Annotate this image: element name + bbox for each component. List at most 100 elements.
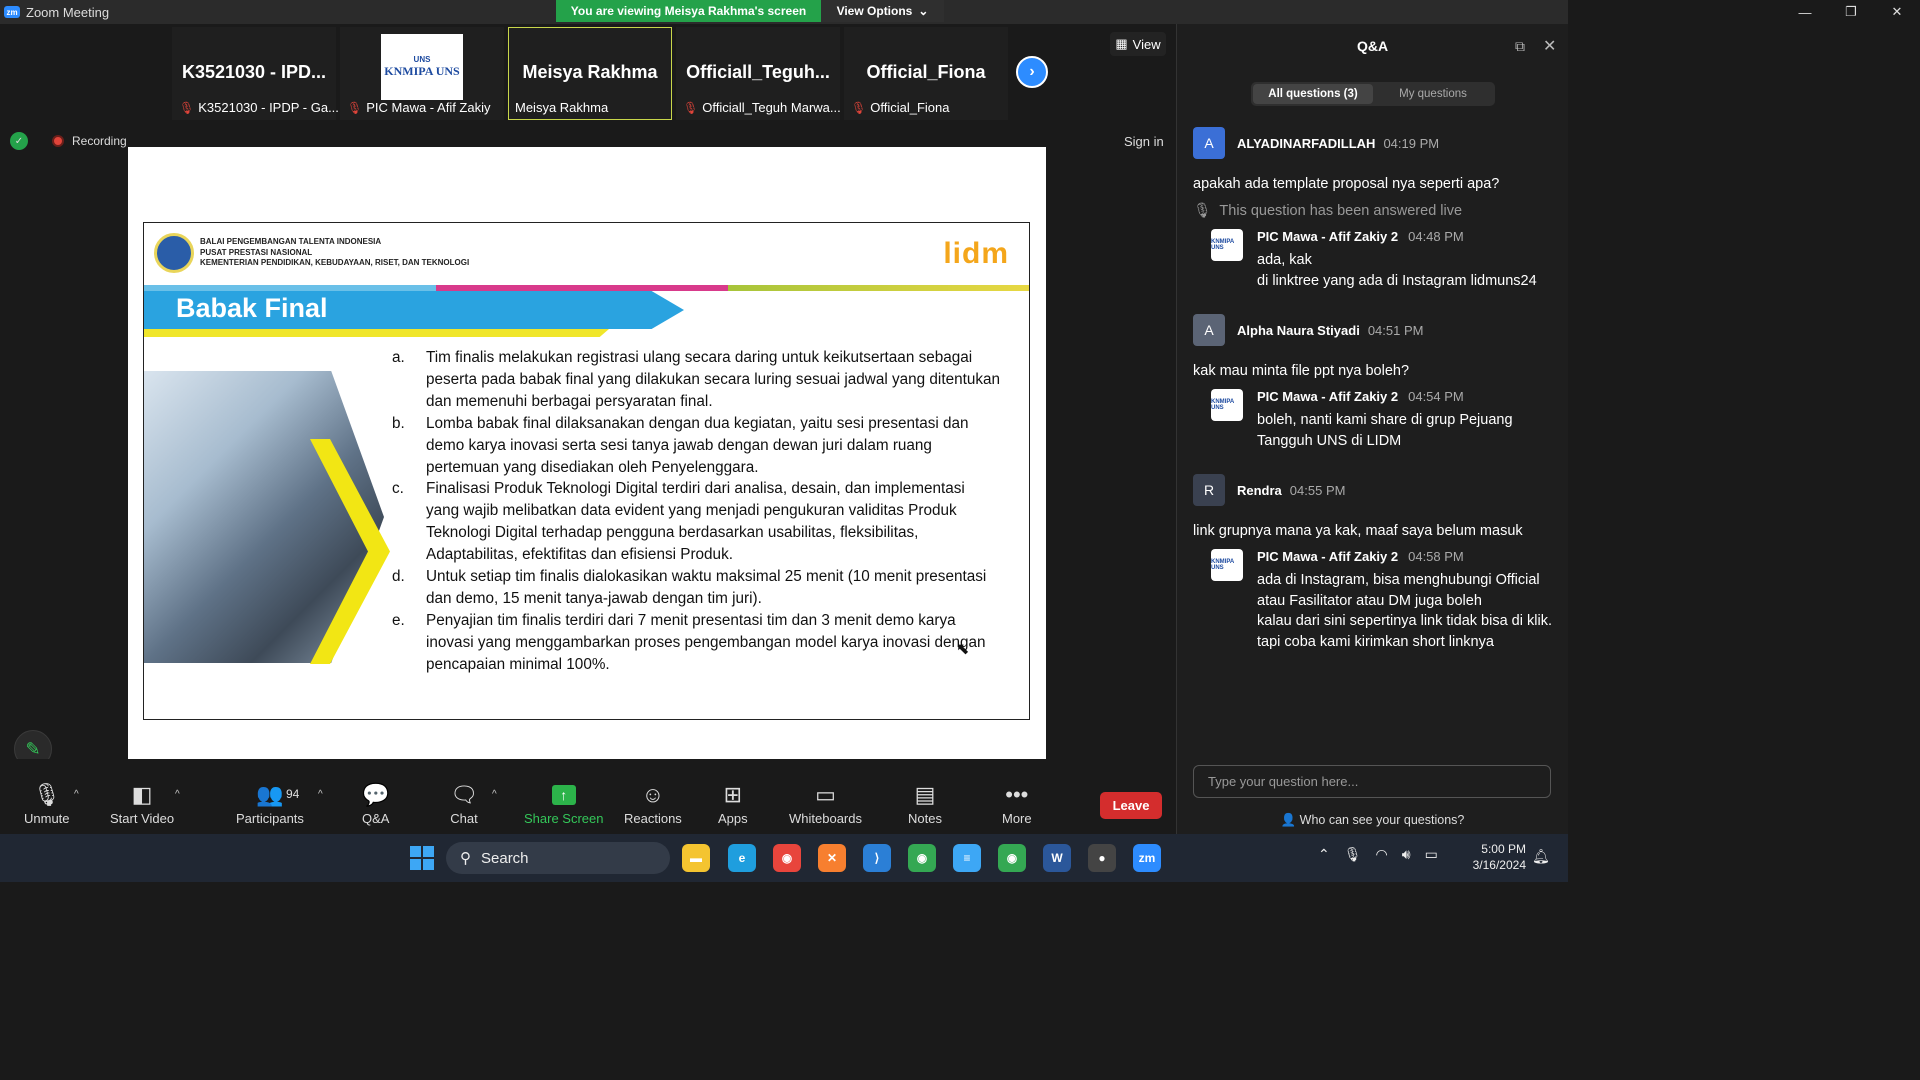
answerer-name: PIC Mawa - Afif Zakiy 2 (1257, 229, 1399, 244)
view-options-button[interactable]: View Options ⌄ (821, 0, 944, 22)
windows-start-icon[interactable] (410, 846, 434, 870)
participant-tile[interactable]: K3521030 - IPD... 🎙︎ K3521030 - IPDP - Ga.… (172, 27, 339, 120)
tab-my-questions[interactable]: My questions (1373, 84, 1493, 104)
uns-logo: UNS KNMIPA UNS (381, 34, 463, 100)
item-text: Untuk setiap tim finalis dialokasikan wa… (426, 568, 987, 607)
vscode-icon[interactable]: ⟩ (863, 844, 891, 872)
whiteboards-label: Whiteboards (789, 811, 862, 826)
video-options-caret-icon[interactable]: ^ (175, 789, 180, 800)
item-key: d. (392, 568, 405, 586)
answer-item: KNMIPA UNS PIC Mawa - Afif Zakiy 2 04:54 … (1211, 389, 1563, 451)
question-time: 04:19 PM (1383, 135, 1440, 151)
next-page-arrow-icon[interactable]: › (1016, 56, 1048, 88)
obs-icon[interactable]: ● (1088, 844, 1116, 872)
reply-line: tapi coba kami kirimkan short linknya (1257, 633, 1494, 650)
share-screen-button[interactable]: ↑ Share Screen (524, 781, 604, 826)
participants-caret-icon[interactable]: ^ (318, 789, 323, 800)
reactions-button[interactable]: ☺ Reactions (624, 781, 682, 826)
close-icon[interactable]: ✕ (1874, 0, 1920, 24)
participant-tile[interactable]: Meisya Rakhma Meisya Rakhma (508, 27, 672, 120)
wifi-icon[interactable]: ◠ (1376, 846, 1388, 863)
leave-button[interactable]: Leave (1100, 792, 1162, 819)
item-text: Finalisasi Produk Teknologi Digital terd… (426, 480, 965, 564)
answer-item: KNMIPA UNS PIC Mawa - Afif Zakiy 2 04:58 … (1211, 549, 1563, 652)
whiteboard-icon: ▭ (815, 782, 836, 807)
qa-panel: Q&A ⧉ ✕ All questions (3) My questions A… (1176, 24, 1568, 834)
chevron-up-icon[interactable]: ⌃ (1318, 846, 1330, 863)
reply-line: boleh, nanti kami share di grup Pejuang … (1257, 412, 1513, 449)
participant-name: PIC Mawa - Afif Zakiy (366, 100, 491, 115)
slide-list-item: d. Untuk setiap tim finalis dialokasikan … (392, 566, 1002, 610)
reply-line: ada, kak (1257, 252, 1312, 268)
answer-meta: PIC Mawa - Afif Zakiy 2 04:54 PM (1257, 389, 1563, 404)
qa-icon: 💬 (362, 782, 390, 807)
notes-icon: ▤ (914, 782, 936, 807)
qa-button[interactable]: 💬 Q&A (362, 781, 389, 826)
system-tray: ⌃ 🎙︎ ◠ 🔊︎ ▭ (1318, 846, 1438, 863)
recording-indicator: ✓ Recording (10, 132, 127, 150)
battery-icon[interactable]: ▭ (1425, 846, 1438, 863)
question-input[interactable]: Type your question here... (1193, 765, 1551, 798)
taskbar-clock[interactable]: 5:00 PM 3/16/2024 (1466, 841, 1526, 873)
answer-text: ada di Instagram, bisa menghubungi Offic… (1257, 570, 1563, 652)
unmute-button[interactable]: 🎙︎ Unmute (24, 781, 70, 826)
question-header: R Rendra 04:55 PM (1193, 473, 1563, 507)
file-explorer-icon[interactable]: ▬ (682, 844, 710, 872)
chrome-icon[interactable]: ◉ (773, 844, 801, 872)
edge-icon[interactable]: e (728, 844, 756, 872)
person-icon: 👤 (1280, 813, 1300, 827)
zoom-icon[interactable]: zm (1133, 844, 1161, 872)
minimize-icon[interactable]: — (1782, 0, 1828, 24)
start-video-button[interactable]: ◧ Start Video (110, 781, 174, 826)
word-icon[interactable]: W (1043, 844, 1071, 872)
more-button[interactable]: ••• More (1002, 781, 1032, 826)
participant-display-name: K3521030 - IPD... (181, 62, 327, 82)
mic-muted-icon: 🎙︎ (179, 100, 195, 115)
restore-icon[interactable]: ❐ (1828, 0, 1874, 24)
whiteboards-button[interactable]: ▭ Whiteboards (789, 781, 862, 826)
close-icon[interactable]: ✕ (1543, 36, 1556, 56)
volume-icon[interactable]: 🔊︎ (1402, 846, 1411, 863)
apps-icon: ⊞ (723, 782, 743, 807)
answer-time: 04:58 PM (1408, 549, 1464, 564)
mouse-cursor-icon: ⬉ (956, 641, 970, 658)
tab-all-questions[interactable]: All questions (3) (1253, 84, 1373, 104)
pop-out-icon[interactable]: ⧉ (1515, 38, 1525, 55)
chat-button[interactable]: 🗨 Chat (450, 781, 478, 826)
window-title: Zoom Meeting (26, 4, 110, 20)
participant-count: 94 (286, 787, 300, 801)
participant-tile[interactable]: Officiall_Teguh... 🎙︎ Officiall_Teguh Marw… (676, 27, 841, 120)
notepad-icon[interactable]: ≡ (953, 844, 981, 872)
share-screen-icon: ↑ (551, 785, 576, 805)
participant-name-label: 🎙︎ Official_Fiona (851, 100, 949, 115)
chrome-profile2-icon[interactable]: ◉ (998, 844, 1026, 872)
view-button[interactable]: ▦ View (1110, 32, 1166, 56)
chrome-profile-icon[interactable]: ◉ (908, 844, 936, 872)
participant-tile[interactable]: UNS KNMIPA UNS 🎙︎ PIC Mawa - Afif Zakiy (340, 27, 504, 120)
microphone-icon[interactable]: 🎙︎ (1344, 846, 1362, 863)
color-stripe (144, 285, 1029, 291)
notes-button[interactable]: ▤ Notes (908, 781, 942, 826)
view-label: View (1132, 36, 1161, 52)
item-key: b. (392, 414, 405, 432)
security-shield-icon[interactable]: ✓ (10, 132, 28, 150)
xampp-icon[interactable]: ✕ (818, 844, 846, 872)
more-label: More (1002, 811, 1032, 826)
recording-label: Recording (72, 134, 127, 148)
mic-muted-icon: 🎙︎ (683, 100, 699, 115)
notification-bell-icon[interactable]: 🔔︎ (1532, 848, 1550, 865)
who-can-see-link[interactable]: 👤 Who can see your questions? (1177, 813, 1568, 828)
answered-live-note: 🎙︎ This question has been answered live (1193, 202, 1563, 220)
chat-caret-icon[interactable]: ^ (492, 789, 497, 800)
uns-avatar: KNMIPA UNS (1211, 229, 1243, 261)
org-line: KEMENTERIAN PENDIDIKAN, KEBUDAYAAN, RISE… (200, 258, 470, 268)
participant-tile[interactable]: Official_Fiona 🎙︎ Official_Fiona (844, 27, 1008, 120)
answer-body: PIC Mawa - Afif Zakiy 2 04:48 PM ada, kak… (1257, 229, 1537, 291)
audio-options-caret-icon[interactable]: ^ (74, 789, 79, 800)
taskbar-search[interactable]: ⚲ Search (446, 842, 670, 874)
answer-text: boleh, nanti kami share di grup Pejuang … (1257, 410, 1563, 451)
reply-line: ada di Instagram, bisa menghubungi Offic… (1257, 572, 1540, 609)
sign-in-link[interactable]: Sign in (1124, 134, 1164, 149)
apps-button[interactable]: ⊞ Apps (718, 781, 748, 826)
